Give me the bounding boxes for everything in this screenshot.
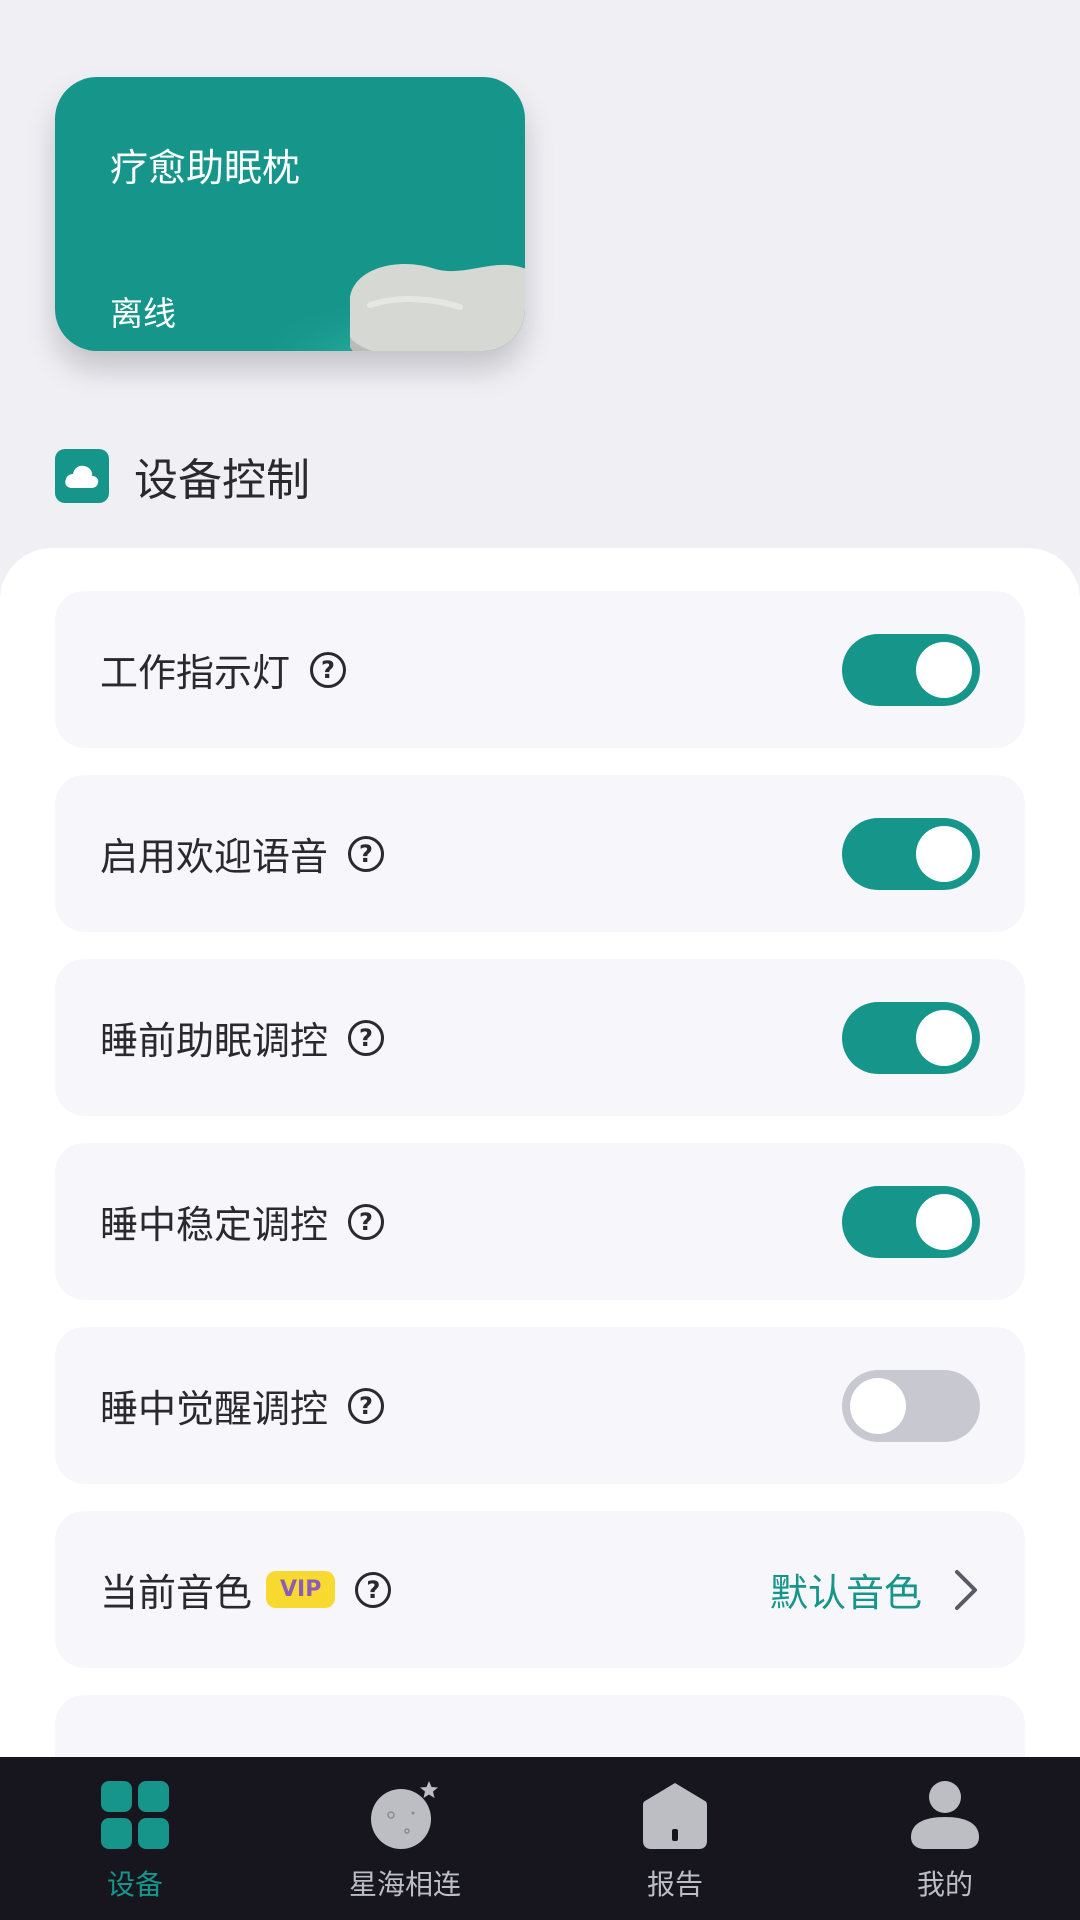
row-label: 睡前助眠调控 <box>100 1019 329 1063</box>
report-house-icon <box>643 1783 707 1849</box>
nav-item-mine[interactable]: 我的 <box>810 1757 1080 1920</box>
planet-icon <box>371 1781 438 1849</box>
cloud-icon <box>55 449 109 503</box>
control-row-welcome-voice: 启用欢迎语音 ? <box>55 775 1025 932</box>
chevron-right-icon <box>955 1569 977 1610</box>
help-icon[interactable]: ? <box>310 651 347 688</box>
row-label: 当前音色 <box>100 1571 253 1615</box>
toggle-knob <box>916 641 972 698</box>
user-icon <box>911 1781 979 1849</box>
nav-label: 星海相连 <box>348 1868 461 1901</box>
nav-label: 我的 <box>916 1868 973 1901</box>
row-label: 启用欢迎语音 <box>100 835 329 879</box>
help-icon[interactable]: ? <box>348 1203 385 1240</box>
grid-icon <box>101 1781 169 1849</box>
control-row-sleep-stable: 睡中稳定调控 ? <box>55 1143 1025 1300</box>
device-card[interactable]: 疗愈助眠枕 离线 <box>55 77 525 351</box>
pillow-product-image <box>270 264 525 351</box>
help-icon[interactable]: ? <box>348 1019 385 1056</box>
device-name: 疗愈助眠枕 <box>110 146 301 190</box>
welcome-voice-toggle[interactable] <box>842 817 980 890</box>
toggle-knob <box>916 1193 972 1250</box>
sleep-wake-toggle[interactable] <box>842 1369 980 1442</box>
voice-selector-row[interactable]: 当前音色 VIP ? 默认音色 <box>55 1511 1025 1668</box>
row-label: 工作指示灯 <box>100 651 291 695</box>
bottom-nav: 设备 星海相连 报告 我的 <box>0 1757 1080 1920</box>
nav-item-report[interactable]: 报告 <box>540 1757 810 1920</box>
indicator-light-toggle[interactable] <box>842 633 980 706</box>
help-icon[interactable]: ? <box>348 1387 385 1424</box>
toggle-knob <box>850 1377 906 1434</box>
device-status: 离线 <box>110 294 176 333</box>
row-label: 睡中觉醒调控 <box>100 1387 329 1431</box>
nav-label: 设备 <box>106 1868 163 1901</box>
sleep-stable-toggle[interactable] <box>842 1185 980 1258</box>
toggle-knob <box>916 825 972 882</box>
vip-badge: VIP <box>266 1571 336 1608</box>
control-row-indicator-light: 工作指示灯 ? <box>55 591 1025 748</box>
section-header: 设备控制 <box>55 444 310 508</box>
help-icon[interactable]: ? <box>355 1571 392 1608</box>
help-icon[interactable]: ? <box>348 835 385 872</box>
row-label: 睡中稳定调控 <box>100 1203 329 1247</box>
control-panel: 工作指示灯 ? 启用欢迎语音 ? 睡前助眠调控 ? 睡中稳定调控 ? 睡中觉醒调… <box>0 548 1080 1920</box>
nav-item-device[interactable]: 设备 <box>0 1757 270 1920</box>
nav-label: 报告 <box>646 1868 703 1901</box>
nav-item-starsea[interactable]: 星海相连 <box>270 1757 540 1920</box>
toggle-knob <box>916 1009 972 1066</box>
control-row-sleep-wake: 睡中觉醒调控 ? <box>55 1327 1025 1484</box>
control-row-pre-sleep: 睡前助眠调控 ? <box>55 959 1025 1116</box>
section-title: 设备控制 <box>134 455 310 506</box>
pre-sleep-toggle[interactable] <box>842 1001 980 1074</box>
current-voice-value: 默认音色 <box>769 1571 922 1615</box>
